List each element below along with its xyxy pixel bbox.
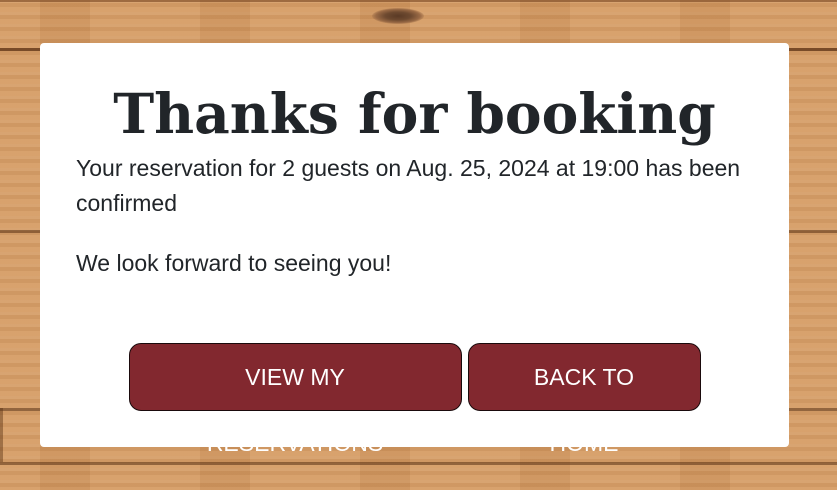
view-reservations-button[interactable]: VIEW MY RESERVATIONS <box>128 343 462 456</box>
followup-message: We look forward to seeing you! <box>76 250 392 276</box>
confirmation-message: Your reservation for 2 guests on Aug. 25… <box>76 155 741 216</box>
wood-plank-joint <box>0 408 3 462</box>
wood-plank-seam <box>0 462 837 465</box>
back-to-home-button[interactable]: BACK TO HOME <box>467 343 701 456</box>
confirmation-card: Thanks for booking Your reservation for … <box>40 43 789 456</box>
page-title: Thanks for booking <box>113 81 716 146</box>
wood-knot <box>372 8 424 24</box>
page-background: { "confirmation": { "title": "Thanks for… <box>0 0 837 490</box>
action-buttons: VIEW MY RESERVATIONS BACK TO HOME <box>40 343 789 456</box>
